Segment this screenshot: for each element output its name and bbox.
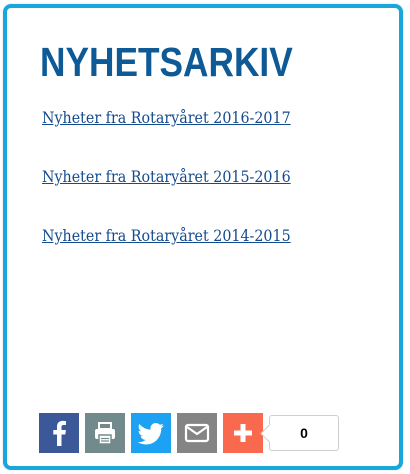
share-count: 0	[269, 415, 339, 451]
twitter-share-button[interactable]	[131, 413, 171, 453]
facebook-share-button[interactable]	[39, 413, 79, 453]
facebook-icon	[53, 420, 66, 446]
plus-icon	[234, 424, 252, 442]
print-button[interactable]	[85, 413, 125, 453]
email-share-button[interactable]	[177, 413, 217, 453]
archive-link-2016-2017[interactable]: Nyheter fra Rotaryåret 2016-2017	[42, 108, 291, 128]
twitter-icon	[137, 423, 164, 445]
widget-title: NYHETSARKIV	[40, 39, 293, 85]
more-share-button[interactable]	[223, 413, 263, 453]
printer-icon	[95, 422, 115, 445]
archive-link-2015-2016[interactable]: Nyheter fra Rotaryåret 2015-2016	[42, 167, 291, 187]
news-archive-widget: NYHETSARKIV Nyheter fra Rotaryåret 2016-…	[3, 4, 403, 470]
share-bar: 0	[39, 413, 339, 453]
archive-link-2014-2015[interactable]: Nyheter fra Rotaryåret 2014-2015	[42, 226, 291, 246]
envelope-icon	[184, 423, 210, 443]
